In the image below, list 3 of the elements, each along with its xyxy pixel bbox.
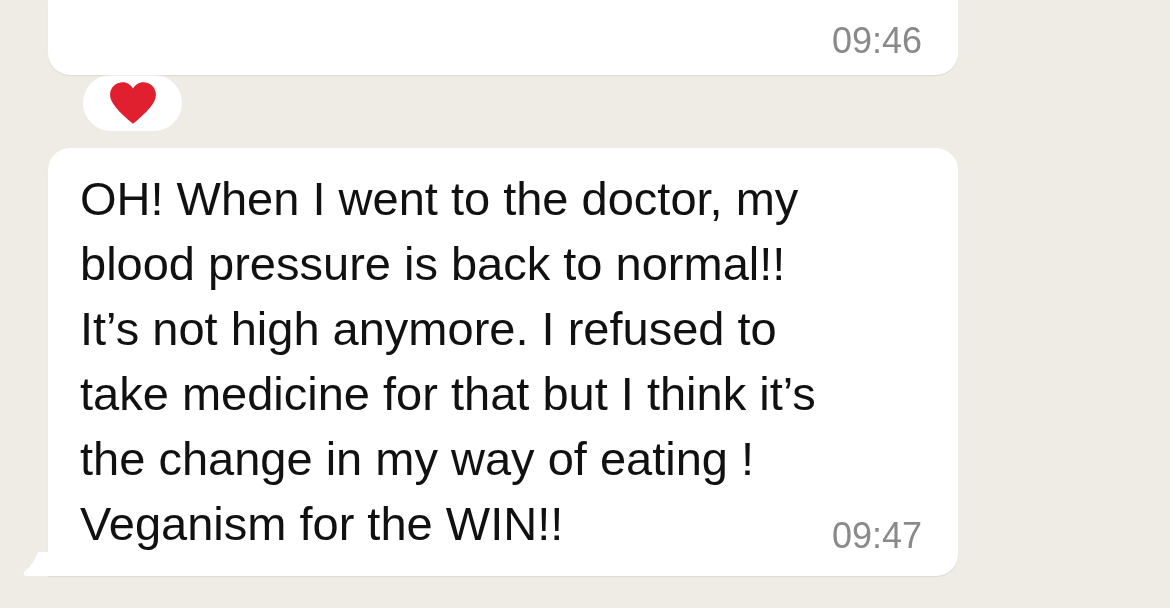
message-time: 09:47 [831,516,922,556]
message-text: OH! When I went to the doctor, my blood pressure is back to normal!! It’s not high anymore. I refused to take medicine for that but I think it’s the change in my way of eating ! Veganism for the WIN!! [80,171,816,552]
message-time: 09:46 [831,21,922,61]
